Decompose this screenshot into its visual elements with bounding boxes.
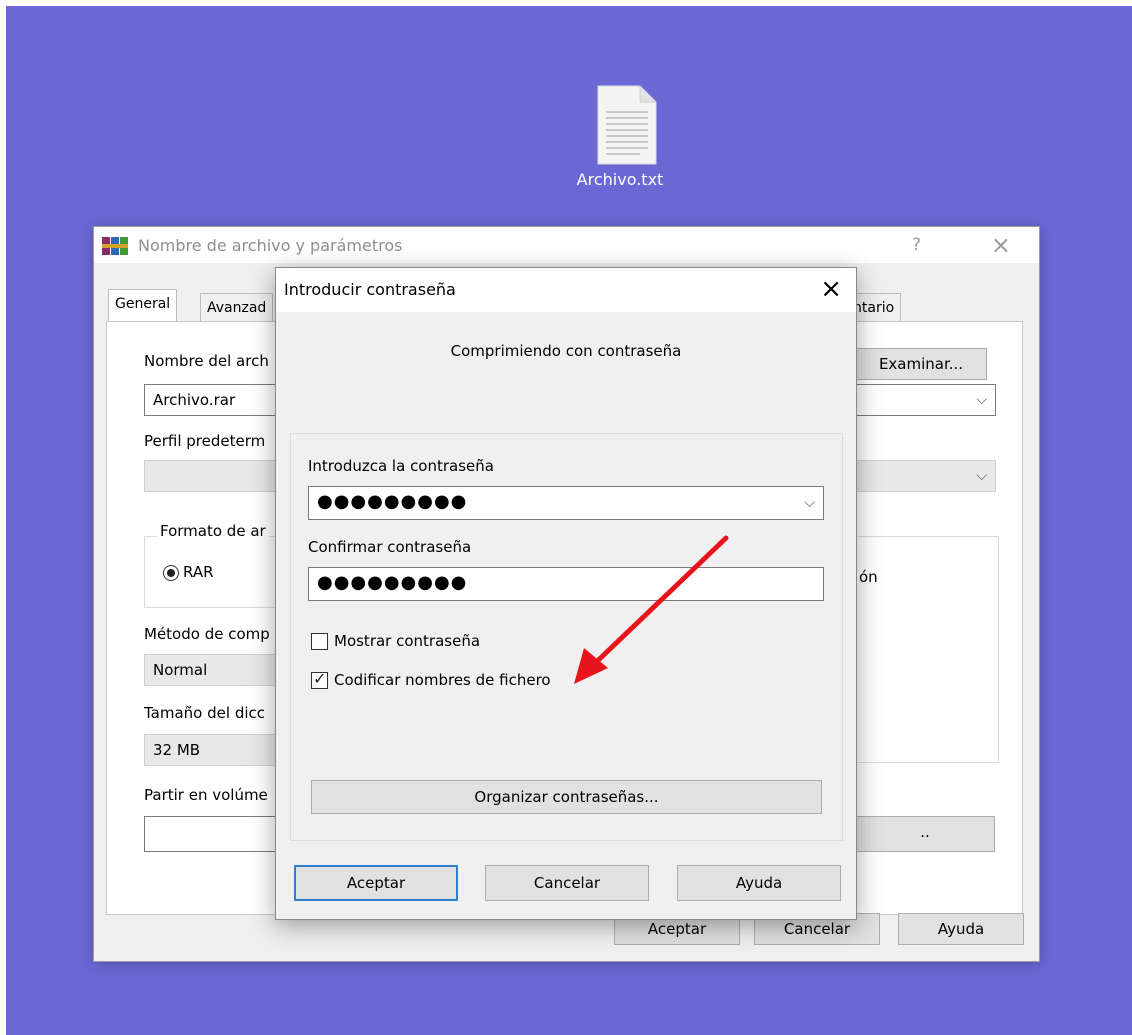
help-button[interactable]: Ayuda <box>898 913 1024 945</box>
confirm-password-label: Confirmar contraseña <box>308 538 472 556</box>
password-subtitle: Comprimiendo con contraseña <box>450 342 682 360</box>
archive-name-label: Nombre del arch <box>144 352 269 370</box>
checkmark-icon: ✓ <box>313 669 327 688</box>
tab-advanced[interactable]: Avanzad <box>200 293 274 322</box>
archive-name-value: Archivo.rar <box>153 391 236 409</box>
confirm-password-value: ●●●●●●●●● <box>317 572 468 593</box>
enter-password-label: Introduzca la contraseña <box>308 457 494 475</box>
show-password-label[interactable]: Mostrar contraseña <box>334 632 480 650</box>
profile-label: Perfil predeterm <box>144 432 266 450</box>
password-title-bar: Introducir contraseña × <box>276 268 856 312</box>
browse-button[interactable]: Examinar... <box>855 348 987 380</box>
dictionary-select[interactable]: 32 MB <box>144 734 284 766</box>
organize-passwords-button[interactable]: Organizar contraseñas... <box>311 780 822 814</box>
dictionary-value: 32 MB <box>153 741 201 759</box>
password-dialog-title: Introducir contraseña <box>284 280 456 299</box>
rar-radio[interactable] <box>163 565 179 581</box>
red-arrow-annotation <box>574 535 729 684</box>
partial-button[interactable]: .. <box>855 816 995 852</box>
method-select[interactable]: Normal <box>144 654 284 686</box>
winrar-icon <box>102 237 128 255</box>
ok-button[interactable]: Aceptar <box>294 865 458 901</box>
text-file-icon[interactable] <box>596 84 658 166</box>
archive-format-label: Formato de ar <box>157 522 269 540</box>
close-button[interactable]: × <box>991 231 1011 259</box>
chevron-down-icon[interactable]: ⌵ <box>976 461 987 491</box>
method-label: Método de comp <box>144 625 270 643</box>
dialog-title: Nombre de archivo y parámetros <box>138 236 403 255</box>
dictionary-label: Tamaño del dicc <box>144 704 265 722</box>
help-icon[interactable]: ? <box>912 235 921 255</box>
split-volumes-field[interactable] <box>144 816 284 852</box>
chevron-down-icon[interactable]: ⌵ <box>804 487 815 519</box>
file-label[interactable]: Archivo.txt <box>560 170 680 189</box>
cancel-button[interactable]: Cancelar <box>485 865 649 901</box>
help-button[interactable]: Ayuda <box>677 865 841 901</box>
tab-general[interactable]: General <box>108 289 178 323</box>
split-label: Partir en volúme <box>144 786 268 804</box>
options-text: ón <box>859 568 878 586</box>
encrypt-names-label[interactable]: Codificar nombres de fichero <box>334 671 551 689</box>
title-bar: Nombre de archivo y parámetros ? × <box>94 227 1039 263</box>
encrypt-names-checkbox[interactable]: ✓ <box>311 669 328 689</box>
method-value: Normal <box>153 661 208 679</box>
partial-button-text: .. <box>920 823 930 841</box>
chevron-down-icon[interactable]: ⌵ <box>976 385 987 415</box>
password-value: ●●●●●●●●● <box>317 491 468 512</box>
show-password-checkbox[interactable] <box>311 633 328 650</box>
enter-password-field[interactable]: ●●●●●●●●● ⌵ <box>308 486 824 520</box>
rar-radio-label: RAR <box>183 563 214 581</box>
close-button[interactable]: × <box>820 274 842 304</box>
